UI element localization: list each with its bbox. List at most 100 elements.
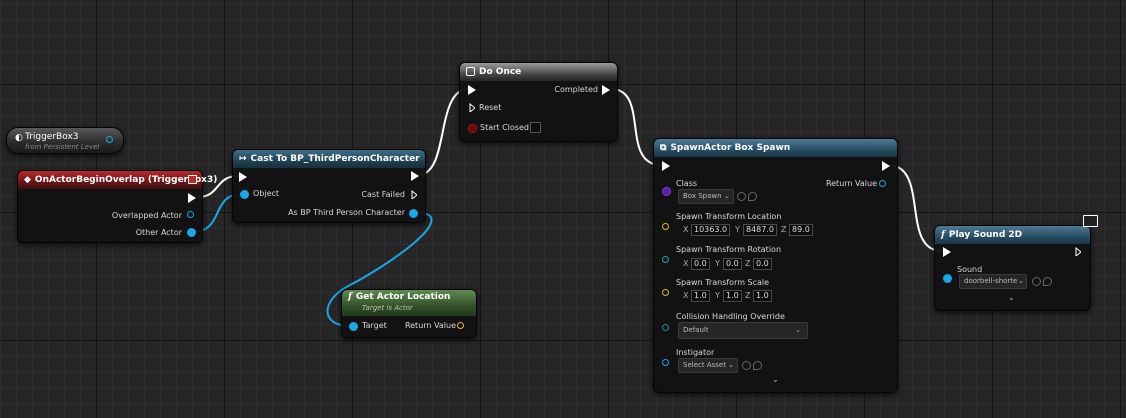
chevron-down-icon: ⌄ bbox=[728, 361, 734, 369]
spawn-collision-label: Collision Handling Override bbox=[676, 312, 785, 321]
play-sound-exec-in-pin[interactable] bbox=[943, 247, 951, 257]
get-location-target-pin[interactable] bbox=[349, 322, 358, 331]
triggerbox3-reference-node[interactable]: ◐ TriggerBox3 from Persistent Level bbox=[6, 127, 124, 154]
browse-instigator-icon[interactable] bbox=[742, 361, 751, 370]
play-sound-exec-out-pin[interactable] bbox=[1075, 247, 1081, 256]
rotation-z-field[interactable]: 0.0 bbox=[753, 258, 772, 270]
browse-class-icon[interactable] bbox=[737, 192, 746, 201]
play-sound-sound-dropdown[interactable]: doorbell-shorter ⌄ bbox=[959, 274, 1027, 289]
trigger-ref-title: TriggerBox3 bbox=[25, 132, 79, 142]
monitor-icon bbox=[1083, 215, 1098, 227]
get-location-return-label: Return Value bbox=[404, 321, 456, 330]
function-f-icon: f bbox=[348, 292, 352, 302]
spawn-scale-pin[interactable] bbox=[662, 289, 669, 296]
spawn-collision-pin[interactable] bbox=[662, 324, 669, 331]
reference-icon: ◐ bbox=[15, 133, 23, 143]
do-once-start-closed-label: Start Closed bbox=[480, 123, 529, 132]
event-other-actor-label: Other Actor bbox=[135, 228, 182, 237]
macro-icon bbox=[466, 67, 475, 76]
play-sound-2d-node[interactable]: f Play Sound 2D Sound doorbell-shorter ⌄ ⌄ bbox=[934, 215, 1098, 311]
search-sound-icon[interactable] bbox=[1043, 277, 1052, 286]
cast-arrow-icon: ↦ bbox=[239, 154, 247, 164]
rotation-x-field[interactable]: 0.0 bbox=[691, 258, 710, 270]
scale-x-axis-label: X bbox=[683, 291, 689, 300]
cast-exec-in-pin[interactable] bbox=[239, 172, 247, 182]
event-exec-out-pin[interactable] bbox=[188, 193, 196, 203]
chevron-down-icon: ⌄ bbox=[724, 192, 730, 200]
spawn-location-label: Spawn Transform Location bbox=[676, 212, 782, 221]
get-location-target-label: Target bbox=[362, 321, 387, 330]
spawn-class-dropdown[interactable]: Box Spawn ⌄ bbox=[678, 189, 734, 204]
play-sound-header: f Play Sound 2D bbox=[935, 226, 1090, 244]
location-y-field[interactable]: 8487.0 bbox=[743, 224, 777, 236]
scale-z-axis-label: Z bbox=[745, 291, 751, 300]
spawn-actor-node[interactable]: ⧉ SpawnActor Box Spawn Class Box Spawn ⌄ R… bbox=[653, 138, 898, 393]
expand-advanced-chevron-icon[interactable]: ⌄ bbox=[1008, 293, 1015, 302]
event-other-actor-pin[interactable] bbox=[187, 228, 196, 237]
do-once-exec-in-pin[interactable] bbox=[468, 85, 476, 95]
event-node-header: ◆ OnActorBeginOverlap (TriggerBox3) bbox=[18, 171, 217, 189]
cast-node-title: Cast To BP_ThirdPersonCharacter bbox=[250, 154, 420, 164]
do-once-title: Do Once bbox=[479, 67, 522, 77]
search-instigator-icon[interactable] bbox=[753, 361, 762, 370]
event-delegate-pin[interactable] bbox=[188, 175, 197, 184]
spawn-location-pin[interactable] bbox=[662, 223, 669, 230]
cast-to-character-node[interactable]: ↦ Cast To BP_ThirdPersonCharacter Object … bbox=[232, 149, 426, 223]
scale-x-field[interactable]: 1.0 bbox=[691, 290, 710, 302]
spawn-exec-in-pin[interactable] bbox=[662, 161, 670, 171]
expand-advanced-chevron-icon[interactable]: ⌄ bbox=[772, 375, 779, 384]
search-class-icon[interactable] bbox=[748, 192, 757, 201]
spawn-exec-out-pin[interactable] bbox=[882, 161, 890, 171]
get-location-header: f Get Actor Location bbox=[342, 290, 476, 316]
spawn-actor-icon: ⧉ bbox=[660, 143, 667, 153]
trigger-ref-subtitle: from Persistent Level bbox=[25, 143, 100, 151]
cast-failed-exec-pin[interactable] bbox=[411, 190, 417, 199]
spawn-collision-dropdown[interactable]: Default ⌄ bbox=[678, 322, 808, 339]
spawn-return-label: Return Value bbox=[825, 179, 877, 188]
spawn-actor-title: SpawnActor Box Spawn bbox=[670, 143, 791, 153]
cast-as-character-pin[interactable] bbox=[409, 209, 418, 218]
cast-object-pin[interactable] bbox=[240, 190, 249, 199]
spawn-rotation-pin[interactable] bbox=[662, 256, 669, 263]
location-z-field[interactable]: 89.0 bbox=[789, 224, 813, 236]
scale-y-axis-label: Y bbox=[715, 291, 720, 300]
event-overlapped-actor-label: Overlapped Actor bbox=[111, 211, 182, 220]
function-f-icon: f bbox=[941, 230, 945, 240]
do-once-completed-pin[interactable] bbox=[602, 85, 610, 95]
do-once-reset-label: Reset bbox=[479, 103, 502, 112]
play-sound-sound-label: Sound bbox=[957, 265, 983, 274]
spawn-instigator-pin[interactable] bbox=[662, 359, 669, 366]
get-location-return-pin[interactable] bbox=[457, 322, 464, 329]
browse-sound-icon[interactable] bbox=[1032, 277, 1041, 286]
spawn-class-pin[interactable] bbox=[662, 187, 671, 196]
do-once-reset-pin[interactable] bbox=[469, 103, 475, 112]
event-overlapped-actor-pin[interactable] bbox=[187, 211, 194, 218]
play-sound-sound-pin[interactable] bbox=[943, 274, 952, 283]
rotation-y-axis-label: Y bbox=[715, 259, 720, 268]
trigger-ref-output-pin[interactable] bbox=[106, 136, 113, 143]
play-sound-sound-value: doorbell-shorter bbox=[964, 277, 1021, 285]
location-x-axis-label: X bbox=[683, 225, 689, 234]
spawn-scale-label: Spawn Transform Scale bbox=[676, 278, 770, 287]
cast-as-character-label: As BP Third Person Character bbox=[288, 208, 405, 217]
scale-z-field[interactable]: 1.0 bbox=[753, 290, 772, 302]
do-once-start-closed-pin[interactable] bbox=[468, 124, 477, 133]
spawn-rotation-label: Spawn Transform Rotation bbox=[676, 245, 782, 254]
rotation-x-axis-label: X bbox=[683, 259, 689, 268]
location-x-field[interactable]: 10363.0 bbox=[691, 224, 731, 236]
spawn-actor-header: ⧉ SpawnActor Box Spawn bbox=[654, 139, 897, 157]
do-once-start-closed-checkbox[interactable] bbox=[530, 122, 541, 133]
play-sound-title: Play Sound 2D bbox=[948, 230, 1023, 240]
get-actor-location-node[interactable]: f Get Actor Location Target is Actor Targ… bbox=[341, 289, 477, 338]
rotation-y-field[interactable]: 0.0 bbox=[723, 258, 742, 270]
do-once-completed-label: Completed bbox=[554, 85, 598, 94]
scale-y-field[interactable]: 1.0 bbox=[723, 290, 742, 302]
cast-failed-label: Cast Failed bbox=[361, 190, 405, 199]
spawn-return-pin[interactable] bbox=[879, 180, 886, 187]
location-y-axis-label: Y bbox=[735, 225, 740, 234]
spawn-instigator-dropdown[interactable]: Select Asset ⌄ bbox=[678, 358, 738, 373]
event-actor-begin-overlap-node[interactable]: ◆ OnActorBeginOverlap (TriggerBox3) Overl… bbox=[17, 170, 217, 243]
do-once-node[interactable]: Do Once Completed Reset Start Closed bbox=[459, 62, 618, 142]
cast-exec-out-pin[interactable] bbox=[411, 171, 419, 181]
rotation-z-axis-label: Z bbox=[745, 259, 751, 268]
